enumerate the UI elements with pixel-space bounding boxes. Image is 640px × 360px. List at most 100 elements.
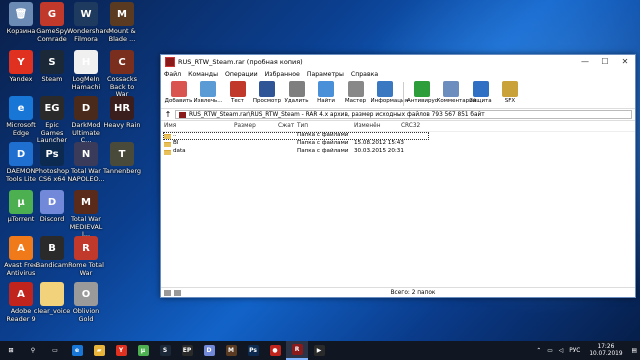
address-bar: ↑ RUS_RTW_Steam.rar\RUS_RTW_Steam - RAR … — [161, 109, 635, 121]
title-bar[interactable]: RUS_RTW_Steam.rar (пробная копия) — ☐ ✕ — [161, 55, 635, 69]
desktop-icon[interactable]: B Bandicam — [33, 236, 71, 270]
toolbar-button[interactable]: Информация — [371, 80, 408, 104]
desktop-icon[interactable]: D DarkMod Ultimate C... — [67, 96, 105, 145]
taskbar-photoshop[interactable]: Ps — [242, 341, 264, 360]
menu-item[interactable]: Справка — [351, 71, 378, 78]
cell-modified: 15.08.2012 15:43 — [354, 140, 404, 146]
toolbar-button[interactable]: Антивирус — [407, 80, 438, 104]
desktop-icon[interactable]: clear_voice — [33, 282, 71, 316]
toolbar-button-label: Найти — [317, 98, 335, 104]
desktop-icon[interactable]: G GameSpy Comrade — [33, 2, 71, 43]
desktop-icon[interactable]: HR Heavy Rain — [103, 96, 141, 130]
app-icon: EG — [40, 96, 64, 120]
toolbar-button[interactable]: Добавить — [164, 80, 193, 104]
column-header-cell[interactable]: Сжат — [278, 123, 294, 129]
menu-item[interactable]: Избранное — [265, 71, 300, 78]
desktop-icon[interactable]: W Wondershare Filmora — [67, 2, 110, 43]
menu-item[interactable]: Файл — [164, 71, 181, 78]
minimize-button[interactable]: — — [575, 55, 595, 69]
toolbar-icon — [502, 81, 518, 97]
column-header-cell[interactable]: CRC32 — [401, 123, 420, 129]
file-row[interactable]: BI Папка с файлами 15.08.2012 15:43 — [161, 140, 635, 148]
column-header-cell[interactable]: Тип — [297, 123, 308, 129]
taskbar-steam[interactable]: S — [154, 341, 176, 360]
folder-icon — [164, 141, 171, 147]
toolbar-button[interactable]: SFX — [496, 80, 525, 104]
app-icon: T — [110, 142, 134, 166]
toolbar-button[interactable]: Просмотр — [253, 80, 282, 104]
desktop-icon[interactable]: O Oblivion Gold — [67, 282, 105, 323]
toolbar-icon — [377, 81, 393, 97]
app-icon: G — [40, 2, 64, 26]
taskbar-bandicam[interactable]: ● — [264, 341, 286, 360]
column-header-cell[interactable]: Размер — [234, 123, 256, 129]
desktop-icon[interactable]: R Rome Total War — [67, 236, 105, 277]
column-header-cell[interactable]: Имя — [164, 123, 176, 129]
task-view-icon: ▭ — [49, 345, 61, 356]
app-icon: M — [74, 190, 98, 214]
desktop-icon[interactable]: H LogMeIn Hamachi — [67, 50, 105, 91]
network-icon[interactable]: ▭ — [547, 348, 552, 354]
toolbar-icon — [200, 81, 216, 97]
desktop-icon[interactable]: Ps Photoshop CS6 x64 — [33, 142, 71, 183]
menu-item[interactable]: Команды — [188, 71, 218, 78]
taskbar-explorer[interactable]: ▰ — [88, 341, 110, 360]
notifications-icon[interactable]: ▤ — [632, 348, 637, 354]
clock[interactable]: 17:26 10.07.2019 — [589, 344, 622, 358]
toolbar-button[interactable]: Мастер — [341, 80, 370, 104]
desktop-icon[interactable]: M Mount & Blade ... — [103, 2, 141, 43]
desktop-icon[interactable]: S Steam — [33, 50, 71, 84]
toolbar-button-label: Добавить — [164, 98, 193, 104]
taskbar-edge[interactable]: e — [66, 341, 88, 360]
taskbar-discord[interactable]: D — [198, 341, 220, 360]
taskbar-start-button[interactable]: ⊞ — [0, 341, 22, 360]
desktop-icon-label: Total War NAPOLEO... — [67, 167, 105, 183]
chevron-up-icon[interactable]: ⌃ — [536, 348, 541, 354]
taskbar-search-icon[interactable]: ⚲ — [22, 341, 44, 360]
desktop-icon[interactable]: C Cossacks Back to War — [103, 50, 141, 99]
desktop-icon[interactable]: M Total War MEDIEVAL I... — [67, 190, 105, 239]
taskbar-yandex[interactable]: Y — [110, 341, 132, 360]
maximize-button[interactable]: ☐ — [595, 55, 615, 69]
taskbar-task-view[interactable]: ▭ — [44, 341, 66, 360]
folder-icon — [164, 149, 171, 155]
winrar-window[interactable]: RUS_RTW_Steam.rar (пробная копия) — ☐ ✕ … — [160, 54, 636, 298]
toolbar-button[interactable]: Комментарий — [437, 80, 476, 104]
taskbar-utorrent[interactable]: µ — [132, 341, 154, 360]
bandicam-icon: ● — [269, 345, 281, 356]
file-list[interactable]: .. Папка с файлами BI Папка с файлами 15.08.… — [161, 132, 635, 283]
toolbar-button[interactable]: Защита — [466, 80, 495, 104]
taskbar-media[interactable]: ▶ — [308, 341, 330, 360]
column-header-cell[interactable]: Изменён — [354, 123, 381, 129]
desktop-icon[interactable]: EG Epic Games Launcher — [33, 96, 71, 145]
desktop-icon[interactable]: D Discord — [33, 190, 71, 224]
app-icon: M — [110, 2, 134, 26]
taskbar-mount-blade[interactable]: M — [220, 341, 242, 360]
menu-item[interactable]: Операции — [225, 71, 258, 78]
toolbar-button-label: SFX — [504, 98, 516, 104]
taskbar-epic[interactable]: EP — [176, 341, 198, 360]
menu-item[interactable]: Параметры — [307, 71, 344, 78]
desktop-icon[interactable]: N Total War NAPOLEO... — [67, 142, 105, 183]
toolbar-button[interactable]: Найти — [312, 80, 341, 104]
desktop-icon[interactable]: T Tannenberg — [103, 142, 141, 176]
volume-icon[interactable]: ◁ — [559, 348, 563, 354]
close-button[interactable]: ✕ — [615, 55, 635, 69]
up-arrow-icon[interactable]: ↑ — [161, 110, 175, 119]
cell-modified: 30.03.2015 20:31 — [354, 148, 404, 154]
toolbar-icon — [347, 81, 364, 97]
app-icon: HR — [110, 96, 134, 120]
path-field[interactable]: RUS_RTW_Steam.rar\RUS_RTW_Steam - RAR 4.… — [175, 110, 632, 119]
app-icon: C — [110, 50, 134, 74]
toolbar-button[interactable]: Извлечь... — [194, 80, 223, 104]
toolbar-icon — [288, 81, 305, 97]
toolbar-button[interactable]: Тест — [223, 80, 252, 104]
language-indicator[interactable]: РУС — [569, 348, 580, 354]
taskbar-winrar[interactable]: R — [286, 341, 308, 360]
file-row[interactable]: .. Папка с файлами — [161, 132, 635, 140]
app-icon: 🗑 — [9, 2, 33, 26]
mount-blade-icon: M — [225, 345, 237, 356]
toolbar-button[interactable]: Удалить — [282, 80, 311, 104]
app-icon: N — [74, 142, 98, 166]
file-row[interactable]: data Папка с файлами 30.03.2015 20:31 — [161, 148, 635, 156]
